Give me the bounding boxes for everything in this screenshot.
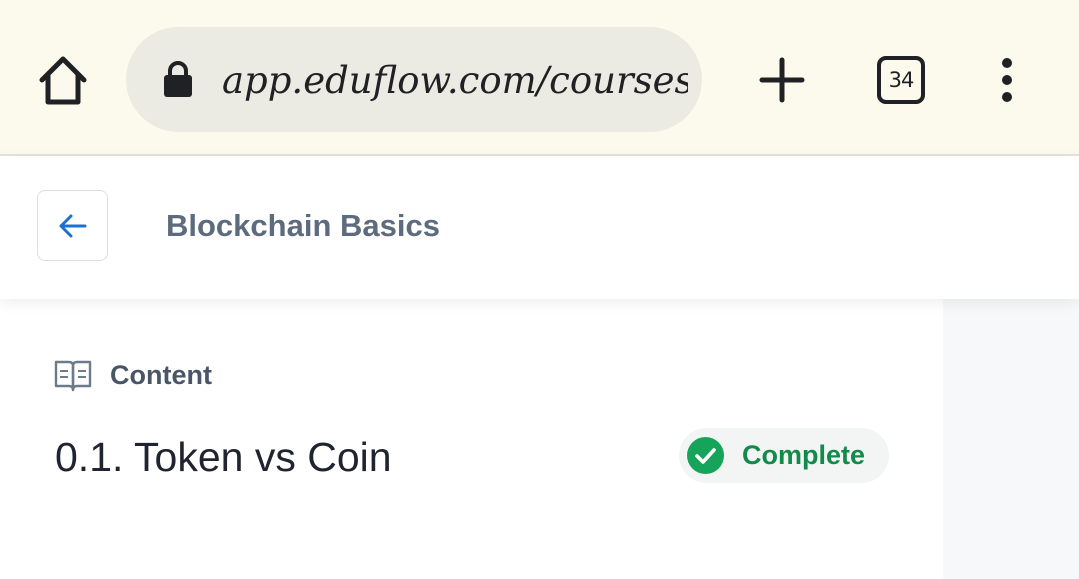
new-tab-button[interactable] — [758, 56, 806, 104]
back-button[interactable] — [37, 190, 108, 261]
plus-icon — [759, 57, 805, 103]
overflow-menu-button[interactable] — [990, 56, 1024, 104]
home-button[interactable] — [34, 52, 92, 108]
side-panel — [943, 299, 1079, 579]
status-badge: Complete — [679, 428, 889, 483]
course-header: Blockchain Basics — [0, 156, 1079, 299]
tab-count: 34 — [888, 68, 915, 92]
lesson-title: 0.1. Token vs Coin — [55, 434, 392, 480]
course-title: Blockchain Basics — [166, 208, 440, 243]
section-label: Content — [110, 359, 212, 390]
tab-switcher-button[interactable]: 34 — [877, 56, 925, 104]
section-header: Content — [54, 357, 212, 393]
lesson-content: Content 0.1. Token vs Coin Complete — [0, 299, 943, 579]
lock-icon — [164, 61, 192, 97]
status-label: Complete — [742, 440, 866, 470]
home-icon — [39, 56, 87, 105]
url-text[interactable]: app.eduflow.com/courses/ — [222, 55, 688, 107]
check-circle-icon — [687, 437, 724, 474]
browser-toolbar: app.eduflow.com/courses/ 34 — [0, 0, 1079, 156]
kebab-menu-icon — [1002, 58, 1012, 102]
address-bar[interactable]: app.eduflow.com/courses/ — [126, 27, 702, 132]
arrow-left-icon — [59, 214, 86, 237]
book-icon — [54, 360, 92, 392]
